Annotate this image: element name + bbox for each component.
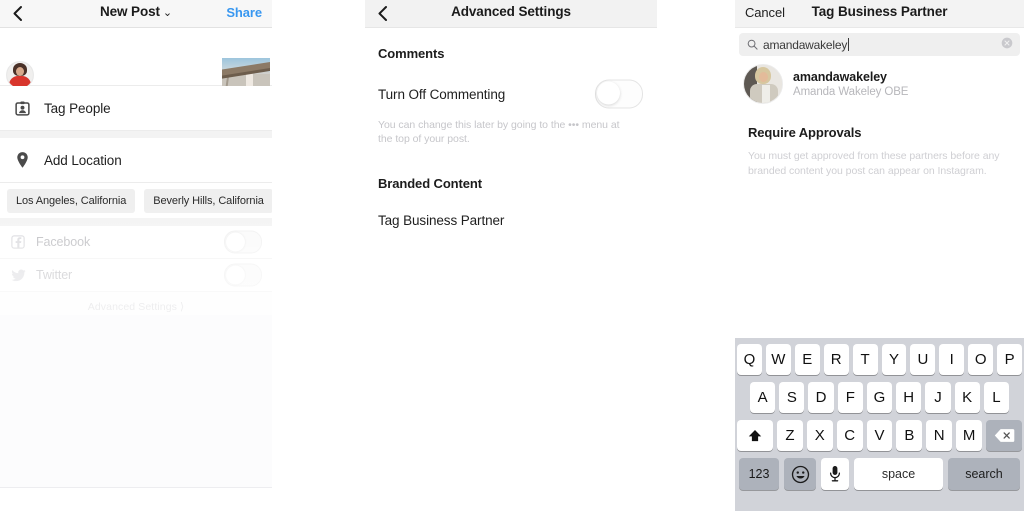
twitter-label: Twitter bbox=[36, 268, 73, 282]
text-caret bbox=[848, 38, 850, 51]
tag-people-icon bbox=[0, 100, 44, 117]
twitter-share-row[interactable]: Twitter bbox=[0, 259, 272, 292]
key-n[interactable]: N bbox=[926, 420, 953, 451]
require-approvals-heading: Require Approvals bbox=[748, 125, 862, 140]
new-post-title-text: New Post bbox=[99, 4, 160, 19]
share-button[interactable]: Share bbox=[226, 5, 262, 20]
key-h[interactable]: H bbox=[896, 382, 922, 413]
keyboard-row-1: Q W E R T Y U I O P bbox=[735, 344, 1024, 375]
key-k[interactable]: K bbox=[954, 382, 980, 413]
key-a[interactable]: A bbox=[750, 382, 776, 413]
advanced-settings-title: Advanced Settings bbox=[451, 4, 571, 19]
key-y[interactable]: Y bbox=[881, 344, 907, 375]
key-b[interactable]: B bbox=[896, 420, 923, 451]
screenshot-stage: New Post ⌄ Share Tag People Add Location… bbox=[0, 0, 1024, 511]
user-avatar bbox=[743, 64, 783, 104]
result-fullname: Amanda Wakeley OBE bbox=[793, 86, 909, 98]
branded-content-heading: Branded Content bbox=[378, 176, 482, 192]
key-z[interactable]: Z bbox=[777, 420, 803, 451]
tag-people-row[interactable]: Tag People bbox=[0, 86, 272, 131]
key-e[interactable]: E bbox=[794, 344, 820, 375]
search-input[interactable]: amandawakeley bbox=[739, 33, 1020, 56]
turn-off-commenting-toggle[interactable] bbox=[595, 79, 643, 109]
advanced-settings-body: Comments Turn Off Commenting You can cha… bbox=[365, 28, 657, 228]
search-result-text: amandawakeley Amanda Wakeley OBE bbox=[793, 70, 908, 98]
numbers-key[interactable]: 123 bbox=[739, 458, 779, 490]
twitter-toggle[interactable] bbox=[224, 263, 262, 287]
keyboard-row-4: 123 space search bbox=[735, 458, 1024, 490]
panel-empty-area bbox=[0, 315, 272, 487]
comments-heading: Comments bbox=[378, 46, 445, 61]
backspace-icon[interactable] bbox=[986, 420, 1023, 451]
key-p[interactable]: P bbox=[997, 344, 1023, 375]
section-divider bbox=[0, 131, 272, 138]
result-username: amandawakeley bbox=[793, 70, 887, 84]
new-post-nav-bar: New Post ⌄ Share bbox=[0, 0, 272, 28]
location-chip[interactable]: Los Angeles, California bbox=[7, 188, 136, 213]
key-v[interactable]: V bbox=[866, 420, 893, 451]
microphone-icon[interactable] bbox=[821, 458, 849, 490]
turn-off-commenting-label: Turn Off Commenting bbox=[378, 86, 506, 102]
on-screen-keyboard: Q W E R T Y U I O P A S D F G H J K L Z … bbox=[735, 338, 1024, 511]
add-location-row[interactable]: Add Location bbox=[0, 138, 272, 183]
search-result-row[interactable]: amandawakeley Amanda Wakeley OBE bbox=[735, 56, 1024, 112]
key-j[interactable]: J bbox=[925, 382, 951, 413]
key-d[interactable]: D bbox=[808, 382, 834, 413]
search-icon bbox=[747, 39, 758, 50]
key-g[interactable]: G bbox=[866, 382, 893, 413]
facebook-share-row[interactable]: Facebook bbox=[0, 226, 272, 259]
space-key[interactable]: space bbox=[854, 458, 943, 490]
new-post-panel: New Post ⌄ Share Tag People Add Location… bbox=[0, 0, 272, 487]
twitter-icon bbox=[0, 269, 36, 282]
facebook-label: Facebook bbox=[36, 235, 91, 249]
key-t[interactable]: T bbox=[852, 344, 878, 375]
facebook-icon bbox=[0, 235, 36, 249]
search-value: amandawakeley bbox=[763, 37, 848, 52]
search-area: amandawakeley bbox=[735, 28, 1024, 56]
key-m[interactable]: M bbox=[956, 420, 983, 451]
key-o[interactable]: O bbox=[968, 344, 994, 375]
key-l[interactable]: L bbox=[983, 382, 1009, 413]
turn-off-commenting-row[interactable]: Turn Off Commenting bbox=[378, 72, 644, 116]
key-s[interactable]: S bbox=[779, 382, 805, 413]
facebook-toggle[interactable] bbox=[224, 230, 262, 254]
section-divider bbox=[0, 218, 272, 226]
location-suggestions: Los Angeles, California Beverly Hills, C… bbox=[0, 183, 272, 218]
key-w[interactable]: W bbox=[765, 344, 791, 375]
location-pin-icon bbox=[0, 151, 44, 169]
emoji-smiley-icon[interactable] bbox=[784, 458, 816, 490]
add-location-label: Add Location bbox=[44, 152, 122, 168]
advanced-settings-panel: Advanced Settings Comments Turn Off Comm… bbox=[365, 0, 657, 511]
key-x[interactable]: X bbox=[806, 420, 833, 451]
key-c[interactable]: C bbox=[836, 420, 863, 451]
tag-business-partner-panel: Cancel Tag Business Partner amandawakele… bbox=[735, 0, 1024, 511]
tag-people-label: Tag People bbox=[44, 100, 111, 116]
panel-bottom-divider bbox=[0, 487, 272, 488]
post-composer bbox=[0, 28, 272, 104]
chevron-down-icon: ⌄ bbox=[162, 7, 173, 19]
key-r[interactable]: R bbox=[823, 344, 849, 375]
cut-off-caption-text bbox=[4, 505, 7, 509]
keyboard-row-3: Z X C V B N M bbox=[735, 420, 1024, 451]
shift-up-icon[interactable] bbox=[737, 420, 773, 451]
keyboard-row-2: A S D F G H J K L bbox=[735, 382, 1024, 413]
tag-business-partner-title: Tag Business Partner bbox=[811, 4, 948, 19]
user-avatar bbox=[6, 61, 34, 89]
tag-nav-bar: Cancel Tag Business Partner bbox=[735, 0, 1024, 28]
key-f[interactable]: F bbox=[837, 382, 863, 413]
key-i[interactable]: I bbox=[939, 344, 965, 375]
search-key[interactable]: search bbox=[948, 458, 1020, 490]
location-chip[interactable]: Beverly Hills, California bbox=[144, 188, 272, 213]
comments-note: You can change this later by going to th… bbox=[378, 119, 620, 146]
key-q[interactable]: Q bbox=[736, 344, 762, 375]
clear-circle-icon[interactable] bbox=[1001, 36, 1013, 54]
require-approvals-note: You must get approved from these partner… bbox=[748, 150, 1000, 177]
cut-off-caption-strip bbox=[0, 505, 400, 511]
tag-business-partner-link[interactable]: Tag Business Partner bbox=[378, 213, 644, 228]
advanced-nav-bar: Advanced Settings bbox=[365, 0, 657, 28]
key-u[interactable]: U bbox=[910, 344, 936, 375]
